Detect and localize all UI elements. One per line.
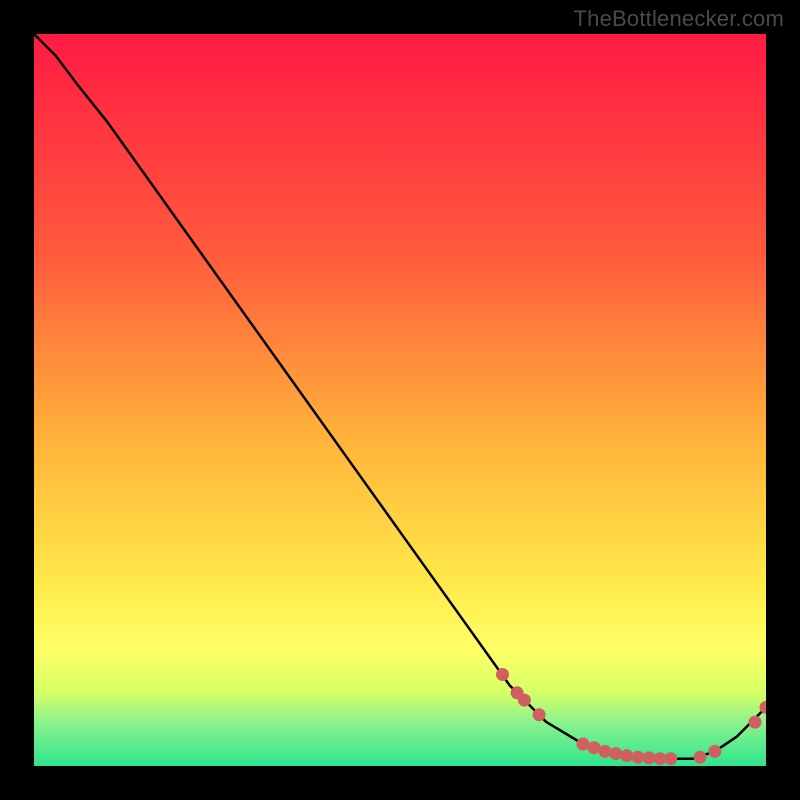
data-marker [694, 751, 707, 764]
data-marker [609, 747, 622, 760]
data-marker [708, 745, 721, 758]
data-marker [664, 752, 677, 765]
data-marker [749, 716, 762, 729]
watermark-text: TheBottlenecker.com [574, 6, 784, 32]
chart-plot [34, 34, 766, 766]
data-marker [518, 694, 531, 707]
data-marker [599, 745, 612, 758]
chart-frame: TheBottlenecker.com [0, 0, 800, 800]
chart-svg [34, 34, 766, 766]
data-marker [533, 708, 546, 721]
data-marker [577, 738, 590, 751]
chart-background [34, 34, 766, 766]
data-marker [620, 749, 633, 762]
data-marker [496, 668, 509, 681]
data-marker [588, 741, 601, 754]
